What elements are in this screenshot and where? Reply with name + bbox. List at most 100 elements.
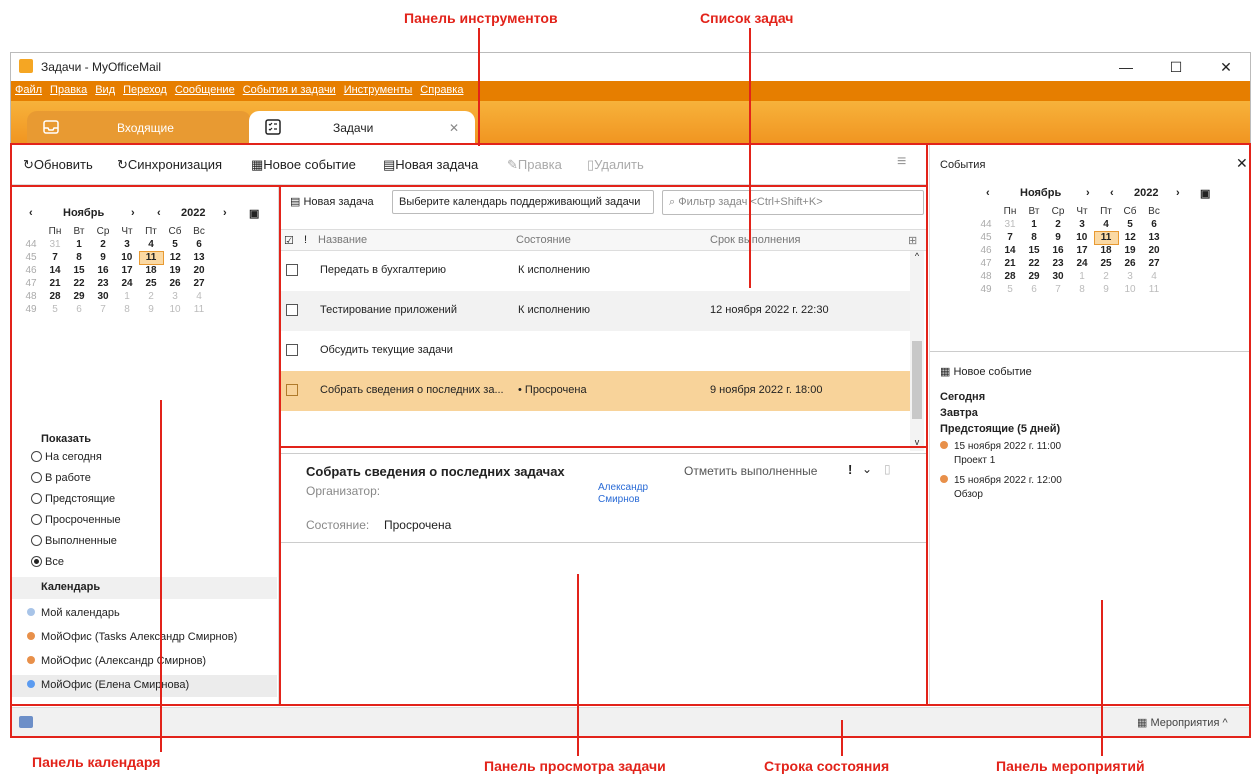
minimize-button[interactable]: — xyxy=(1111,57,1141,77)
calendar-day[interactable]: 29 xyxy=(1022,270,1046,283)
column-header-status[interactable]: Состояние xyxy=(516,229,571,251)
menu-tools[interactable]: Инструменты xyxy=(340,81,417,99)
calendar-day[interactable]: 10 xyxy=(115,251,139,264)
task-row[interactable]: Тестирование приложений К исполнению 12 … xyxy=(280,291,910,331)
calendar-day[interactable]: 25 xyxy=(139,277,163,290)
calendar-day[interactable]: 30 xyxy=(91,290,115,303)
calendar-day[interactable]: 24 xyxy=(1070,257,1094,270)
calendar-day[interactable]: 10 xyxy=(1070,231,1094,244)
calendar-day[interactable]: 15 xyxy=(67,264,91,277)
calendar-today-icon[interactable]: ▣ xyxy=(249,207,259,220)
show-option-overdue[interactable]: Просроченные xyxy=(31,514,121,526)
calendar-day[interactable]: 20 xyxy=(187,264,211,277)
calendar-day[interactable]: 22 xyxy=(67,277,91,290)
calendar-day[interactable]: 29 xyxy=(67,290,91,303)
calendar-day[interactable]: 11 xyxy=(187,303,211,316)
calendar-day[interactable]: 25 xyxy=(1094,257,1118,270)
next-month-button[interactable]: › xyxy=(1086,187,1090,199)
menu-help[interactable]: Справка xyxy=(416,81,467,99)
event-item[interactable]: 15 ноября 2022 г. 11:00 xyxy=(940,441,1061,452)
events-new-event-button[interactable]: ▦ Новое событие xyxy=(940,365,1032,378)
calendar-day[interactable]: 14 xyxy=(43,264,67,277)
select-all-checkbox[interactable]: ☑ xyxy=(284,229,294,251)
calendar-day[interactable]: 1 xyxy=(1022,218,1046,231)
hamburger-menu-icon[interactable]: ≡ xyxy=(897,153,906,171)
task-checkbox[interactable] xyxy=(286,304,298,316)
calendar-day[interactable]: 26 xyxy=(1118,257,1142,270)
menu-go[interactable]: Переход xyxy=(119,81,171,99)
calendar-day[interactable]: 26 xyxy=(163,277,187,290)
show-option-today[interactable]: На сегодня xyxy=(31,451,102,463)
menu-edit[interactable]: Правка xyxy=(46,81,91,99)
new-task-small-button[interactable]: ▤ Новая задача xyxy=(290,195,374,208)
prev-year-button[interactable]: ‹ xyxy=(157,207,161,219)
calendar-day[interactable]: 4 xyxy=(1142,270,1166,283)
calendar-day[interactable]: 6 xyxy=(1022,283,1046,296)
calendar-day[interactable]: 2 xyxy=(1094,270,1118,283)
calendar-day[interactable]: 8 xyxy=(67,251,91,264)
task-checkbox[interactable] xyxy=(286,344,298,356)
calendar-day[interactable]: 8 xyxy=(1022,231,1046,244)
calendar-day[interactable]: 6 xyxy=(187,238,211,251)
scroll-up-icon[interactable]: ^ xyxy=(910,251,924,261)
menu-events-tasks[interactable]: События и задачи xyxy=(239,81,340,99)
calendar-day[interactable]: 27 xyxy=(187,277,211,290)
task-checkbox[interactable] xyxy=(286,384,298,396)
calendar-day[interactable]: 2 xyxy=(91,238,115,251)
calendar-day[interactable]: 7 xyxy=(91,303,115,316)
calendar-day[interactable]: 7 xyxy=(43,251,67,264)
calendar-day[interactable]: 8 xyxy=(1070,283,1094,296)
calendar-item[interactable]: Мой календарь xyxy=(11,603,277,625)
priority-icon[interactable]: ! xyxy=(848,462,852,477)
events-toggle-button[interactable]: ▦ Мероприятия ^ xyxy=(1137,716,1228,729)
calendar-day[interactable]: 5 xyxy=(163,238,187,251)
show-option-in-progress[interactable]: В работе xyxy=(31,472,91,484)
calendar-day[interactable]: 19 xyxy=(1118,244,1142,257)
column-picker-icon[interactable]: ⊞ xyxy=(908,229,917,251)
calendar-day[interactable]: 2 xyxy=(1046,218,1070,231)
task-row-selected[interactable]: Собрать сведения о последних за... • Про… xyxy=(280,371,910,411)
column-header-due[interactable]: Срок выполнения xyxy=(710,229,800,251)
prev-month-button[interactable]: ‹ xyxy=(986,187,990,199)
organizer-name-2[interactable]: Смирнов xyxy=(598,494,640,505)
calendar-day[interactable]: 6 xyxy=(1142,218,1166,231)
calendar-day[interactable]: 31 xyxy=(43,238,67,251)
calendar-day[interactable]: 7 xyxy=(1046,283,1070,296)
organizer-name-1[interactable]: Александр xyxy=(598,482,648,493)
calendar-day[interactable]: 21 xyxy=(43,277,67,290)
next-year-button[interactable]: › xyxy=(1176,187,1180,199)
calendar-day[interactable]: 31 xyxy=(998,218,1022,231)
task-list-scrollbar[interactable]: ^ v xyxy=(910,251,924,451)
menu-view[interactable]: Вид xyxy=(91,81,119,99)
calendar-day[interactable]: 9 xyxy=(91,251,115,264)
calendar-day[interactable]: 12 xyxy=(163,251,187,264)
calendar-item[interactable]: МойОфис (Елена Смирнова) xyxy=(11,675,277,697)
menu-message[interactable]: Сообщение xyxy=(171,81,239,99)
show-option-completed[interactable]: Выполненные xyxy=(31,535,117,547)
sync-button[interactable]: ↻Синхронизация xyxy=(117,157,222,173)
tab-tasks[interactable]: Задачи ✕ xyxy=(249,111,475,145)
events-group-upcoming[interactable]: Предстоящие (5 дней) xyxy=(940,423,1060,435)
column-header-title[interactable]: Название xyxy=(318,229,367,251)
calendar-day[interactable]: 24 xyxy=(115,277,139,290)
calendar-day[interactable]: 21 xyxy=(998,257,1022,270)
calendar-day[interactable]: 27 xyxy=(1142,257,1166,270)
calendar-day[interactable]: 20 xyxy=(1142,244,1166,257)
calendar-day[interactable]: 5 xyxy=(43,303,67,316)
next-year-button[interactable]: › xyxy=(223,207,227,219)
prev-month-button[interactable]: ‹ xyxy=(29,207,33,219)
calendar-day[interactable]: 1 xyxy=(1070,270,1094,283)
calendar-day[interactable]: 8 xyxy=(115,303,139,316)
calendar-day[interactable]: 10 xyxy=(1118,283,1142,296)
close-button[interactable]: ✕ xyxy=(1211,57,1241,77)
event-item[interactable]: 15 ноября 2022 г. 12:00 xyxy=(940,475,1062,486)
tab-close-icon[interactable]: ✕ xyxy=(449,121,459,135)
calendar-day[interactable]: 1 xyxy=(67,238,91,251)
calendar-day[interactable]: 3 xyxy=(163,290,187,303)
calendar-day-today[interactable]: 11 xyxy=(138,250,164,265)
calendar-day[interactable]: 10 xyxy=(163,303,187,316)
calendar-day[interactable]: 1 xyxy=(115,290,139,303)
calendar-day[interactable]: 9 xyxy=(1046,231,1070,244)
calendar-day[interactable]: 4 xyxy=(187,290,211,303)
connection-status-icon[interactable] xyxy=(19,716,33,728)
